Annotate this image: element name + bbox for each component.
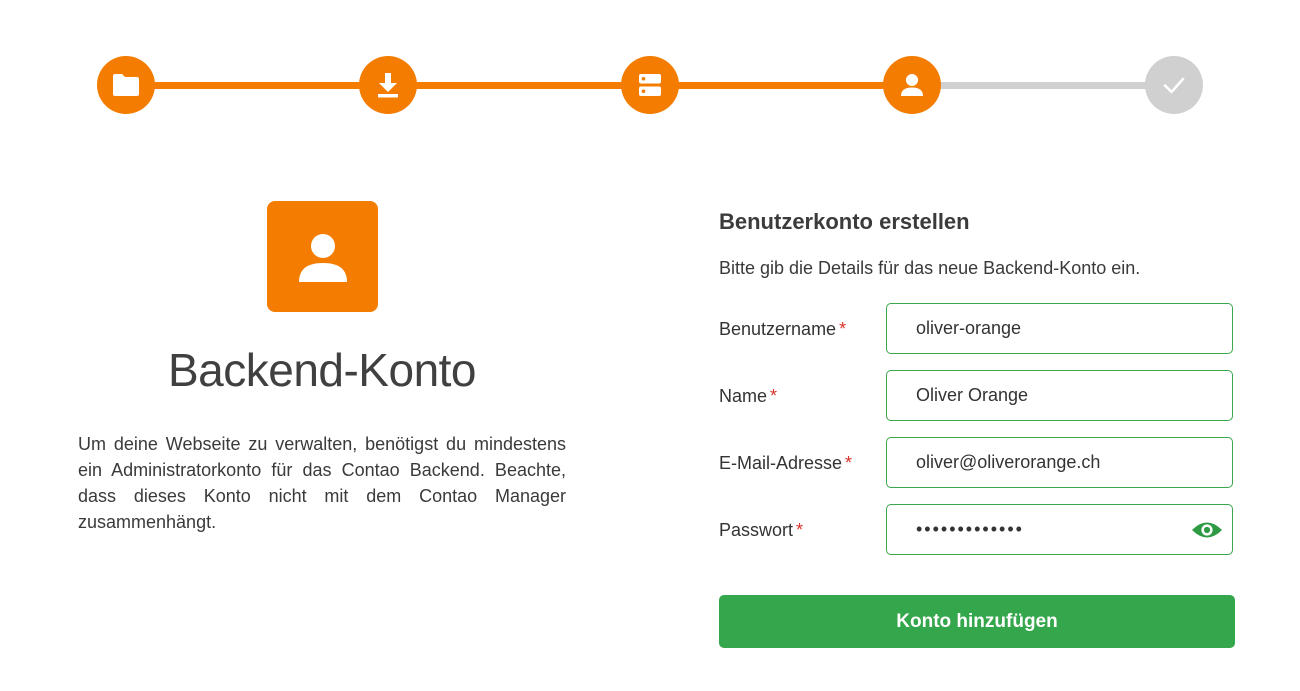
step-user [883,56,941,114]
required-marker: * [839,319,847,339]
installation-stepper [97,56,1203,114]
step-folder [97,56,155,114]
add-account-button[interactable]: Konto hinzufügen [719,595,1235,648]
required-marker: * [845,453,853,473]
required-marker: * [796,520,804,540]
required-marker: * [770,386,778,406]
backend-account-icon-box [267,201,378,312]
page: Backend-Konto Um deine Webseite zu verwa… [0,0,1300,691]
name-input[interactable] [886,370,1233,421]
step-complete [1145,56,1203,114]
email-label-text: E-Mail-Adresse [719,453,843,473]
show-password-toggle[interactable] [1190,516,1224,544]
step-download [359,56,417,114]
folder-icon [113,74,139,96]
eye-icon [1192,522,1222,538]
username-label: Benutzername * [719,319,846,340]
name-label: Name * [719,386,777,407]
page-title: Backend-Konto [167,344,477,396]
email-label: E-Mail-Adresse * [719,453,852,474]
user-icon [901,74,923,96]
username-input[interactable] [886,303,1233,354]
password-label-text: Passwort [719,520,794,540]
download-icon [378,73,398,98]
password-input[interactable] [886,504,1233,555]
password-label: Passwort * [719,520,803,541]
email-input[interactable] [886,437,1233,488]
name-label-text: Name [719,386,768,406]
intro-text: Um deine Webseite zu verwalten, benötigs… [78,434,566,532]
stepper-remaining-line [912,82,1174,89]
check-icon [1163,77,1185,94]
user-icon [298,233,347,282]
form-heading: Benutzerkonto erstellen [719,209,970,234]
stepper-progress-line [126,82,912,89]
form-description: Bitte gib die Details für das neue Backe… [719,258,1141,278]
step-database [621,56,679,114]
database-icon [639,74,661,96]
username-label-text: Benutzername [719,319,837,339]
